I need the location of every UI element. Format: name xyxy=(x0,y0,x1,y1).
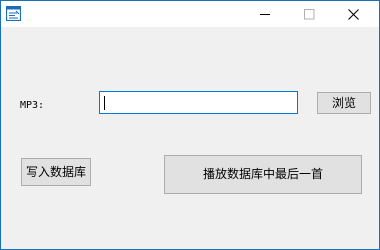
app-window: MP3: 浏览 写入数据库 播放数据库中最后一首 xyxy=(0,0,380,250)
title-bar[interactable] xyxy=(1,1,379,27)
maximize-button[interactable] xyxy=(287,1,332,27)
close-icon xyxy=(348,9,359,20)
close-button[interactable] xyxy=(331,1,376,27)
write-database-button[interactable]: 写入数据库 xyxy=(21,158,91,186)
play-last-in-database-button[interactable]: 播放数据库中最后一首 xyxy=(164,155,362,194)
minimize-icon xyxy=(260,14,270,15)
browse-button[interactable]: 浏览 xyxy=(317,92,371,114)
mp3-label: MP3: xyxy=(20,100,45,111)
text-caret xyxy=(104,96,105,110)
maximize-icon xyxy=(304,9,315,20)
minimize-button[interactable] xyxy=(243,1,288,27)
app-icon xyxy=(5,5,22,22)
mp3-path-input[interactable] xyxy=(99,91,298,114)
